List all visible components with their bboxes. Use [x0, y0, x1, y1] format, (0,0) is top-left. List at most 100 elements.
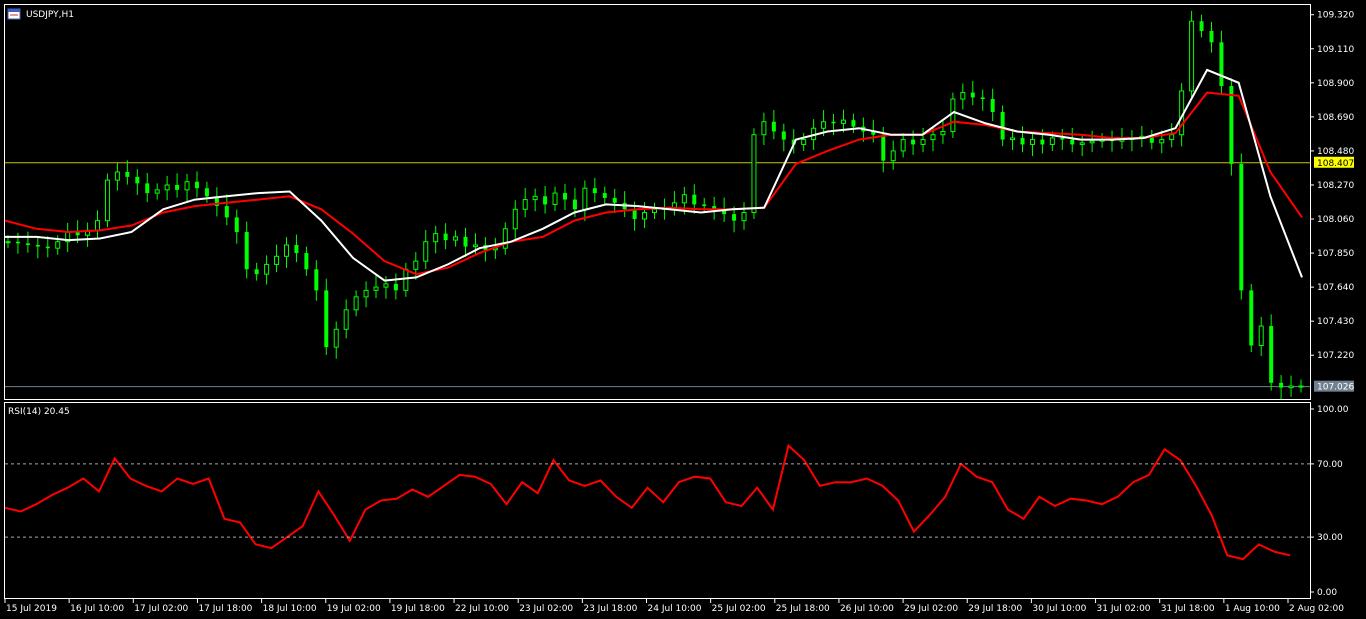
candle-body — [980, 97, 985, 100]
candle-body — [1209, 30, 1214, 43]
candle-body — [1079, 142, 1085, 145]
main-chart-title: USDJPY,H1 — [26, 10, 74, 20]
candle-body — [154, 189, 160, 194]
candle-body — [840, 119, 846, 124]
candle-body — [244, 231, 249, 270]
candle-body — [851, 120, 856, 127]
candle-body — [512, 208, 518, 230]
candle-body — [1189, 20, 1195, 92]
time-tick-label: 16 Jul 10:00 — [70, 604, 124, 614]
candle-body — [970, 92, 975, 98]
price-tick-label: 107.640 — [1317, 283, 1354, 293]
indicator-frame — [4, 402, 1311, 599]
candle-body — [373, 286, 379, 291]
candle-body — [572, 199, 577, 210]
candle-body — [1219, 42, 1224, 87]
time-tick-label: 23 Jul 18:00 — [583, 604, 637, 614]
candle-body — [1169, 134, 1175, 141]
candle-body — [702, 204, 707, 207]
time-tick-label: 29 Jul 18:00 — [968, 604, 1022, 614]
time-tick-label: 23 Jul 02:00 — [519, 604, 573, 614]
candle-body — [314, 269, 319, 291]
candle-body — [960, 92, 966, 100]
time-tick-label: 15 Jul 2019 — [6, 604, 57, 614]
candle-body — [264, 263, 270, 275]
candle-body — [1060, 137, 1065, 140]
time-tick-label: 25 Jul 02:00 — [712, 604, 766, 614]
candle-body — [433, 233, 439, 243]
candle-body — [751, 134, 757, 214]
price-tick-label: 108.270 — [1317, 181, 1354, 191]
time-tick-label: 31 Jul 18:00 — [1161, 604, 1215, 614]
candle-body — [1029, 139, 1035, 145]
candle-body — [920, 139, 926, 145]
candle-body — [234, 217, 239, 232]
rsi-tick-label: 100.00 — [1317, 405, 1349, 415]
price-tick-label: 107.430 — [1317, 317, 1354, 327]
candle-body — [552, 192, 558, 205]
candle-body — [821, 121, 827, 129]
candle-body — [1199, 21, 1204, 31]
price-tick-label: 108.690 — [1317, 113, 1354, 123]
candle-body — [831, 121, 836, 124]
candle-body — [1269, 326, 1274, 383]
candle-body — [175, 184, 180, 190]
candle-body — [283, 244, 289, 257]
price-axis: 109.320 109.110 108.900 108.690 108.480 108.2… — [1310, 11, 1354, 393]
price-tick-label: 107.850 — [1317, 249, 1354, 259]
time-tick-label: 25 Jul 18:00 — [776, 604, 830, 614]
candle-body — [692, 194, 697, 205]
chart-window-icon — [7, 8, 21, 20]
candle-body — [911, 139, 916, 145]
ma-slow-line — [4, 91, 1303, 276]
candle-body — [930, 134, 936, 141]
candle-body — [940, 130, 946, 136]
chart-canvas: USDJPY,H1 RSI(14) 20.45 109.320109.11010… — [4, 4, 1354, 614]
rsi-tick-label: 0.00 — [1317, 588, 1337, 598]
candle-body — [1089, 140, 1095, 144]
candle-body — [741, 212, 747, 222]
candle-body — [453, 236, 459, 241]
candle-body — [950, 98, 956, 132]
price-label: 107.026 — [1317, 383, 1354, 393]
candle-body — [1258, 325, 1264, 346]
candle-body — [194, 181, 199, 189]
candle-body — [642, 212, 648, 220]
time-tick-label: 22 Jul 10:00 — [455, 604, 509, 614]
candle-body — [145, 183, 150, 194]
candle-body — [363, 289, 369, 298]
candle-body — [443, 233, 448, 241]
rsi-line — [4, 443, 1291, 561]
candle-body — [1049, 137, 1055, 145]
candle-body — [543, 196, 548, 205]
time-tick-label: 31 Jul 02:00 — [1097, 604, 1151, 614]
rsi-series — [4, 443, 1291, 561]
candle-body — [582, 187, 588, 210]
candle-body — [343, 309, 349, 330]
time-tick-label: 24 Jul 10:00 — [648, 604, 702, 614]
candle-body — [612, 197, 617, 203]
main-chart-frame — [4, 4, 1311, 400]
candle-body — [274, 255, 280, 265]
price-tick-label: 107.220 — [1317, 351, 1354, 361]
candle-body — [184, 181, 190, 191]
candle-body — [423, 241, 429, 262]
candle-body — [1249, 290, 1254, 346]
candle-body — [1159, 139, 1165, 144]
candle-body — [801, 139, 807, 145]
time-tick-label: 26 Jul 10:00 — [840, 604, 894, 614]
candle-body — [15, 241, 20, 244]
candle-body — [1040, 139, 1045, 145]
time-tick-label: 29 Jul 02:00 — [904, 604, 958, 614]
candle-body — [1279, 382, 1284, 388]
time-tick-label: 17 Jul 18:00 — [198, 604, 252, 614]
time-tick-label: 30 Jul 10:00 — [1032, 604, 1086, 614]
candle-body — [1000, 112, 1005, 140]
candle-body — [990, 99, 995, 113]
candle-body — [353, 296, 359, 311]
candle-body — [333, 328, 339, 348]
candle-body — [1239, 163, 1244, 291]
candle-body — [1288, 385, 1294, 389]
candle-body — [881, 134, 886, 161]
time-tick-label: 17 Jul 02:00 — [134, 604, 188, 614]
